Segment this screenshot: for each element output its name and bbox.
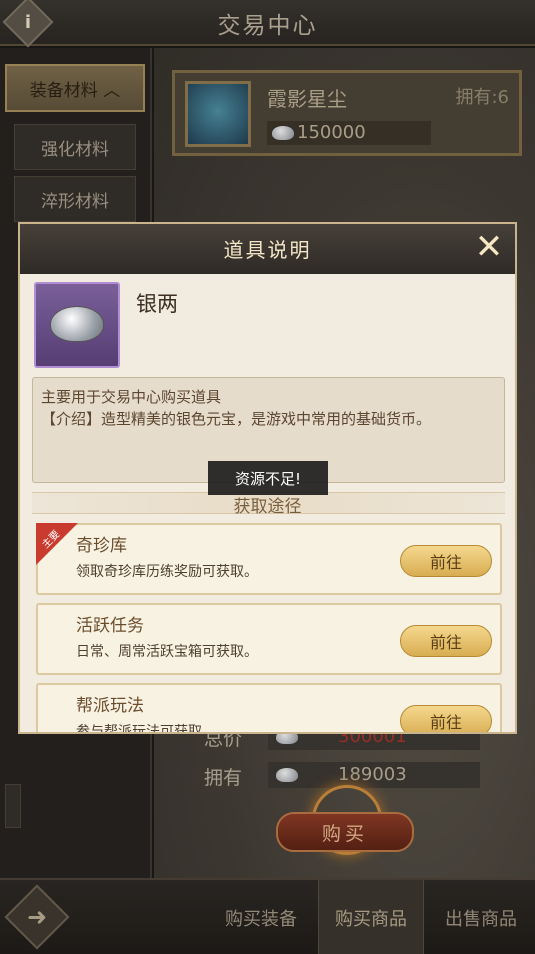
item-icon-frame [34,282,120,368]
source-desc: 日常、周常活跃宝箱可获取。 [76,644,258,660]
source-desc: 参与帮派玩法可获取。 [76,724,216,734]
toast-message: 资源不足! [208,461,328,495]
go-button[interactable]: 前往 [400,705,492,732]
section-title: 获取途径 [233,497,302,517]
source-name: 活跃任务 [76,616,144,636]
description-intro: 【介绍】造型精美的银色元宝，是游戏中常用的基础货币。 [41,410,432,428]
silver-ingot-icon [50,306,104,342]
dialog-title: 道具说明 [223,238,312,262]
source-row: 活跃任务 日常、周常活跃宝箱可获取。 前往 [36,603,502,675]
go-button[interactable]: 前往 [400,625,492,657]
dialog-body: 银两 主要用于交易中心购买道具 【介绍】造型精美的银色元宝，是游戏中常用的基础货… [20,274,515,734]
source-desc: 领取奇珍库历练奖励可获取。 [76,564,258,580]
source-name: 帮派玩法 [76,696,144,716]
go-button[interactable]: 前往 [400,545,492,577]
dialog-header: 道具说明 ✕ [20,224,515,274]
item-title: 银两 [136,292,178,316]
close-icon[interactable]: ✕ [471,230,507,266]
source-row: 主要 奇珍库 领取奇珍库历练奖励可获取。 前往 [36,523,502,595]
description-usage: 主要用于交易中心购买道具 [41,388,222,406]
source-name: 奇珍库 [76,536,127,556]
source-row: 帮派玩法 参与帮派玩法可获取。 前往 [36,683,502,734]
